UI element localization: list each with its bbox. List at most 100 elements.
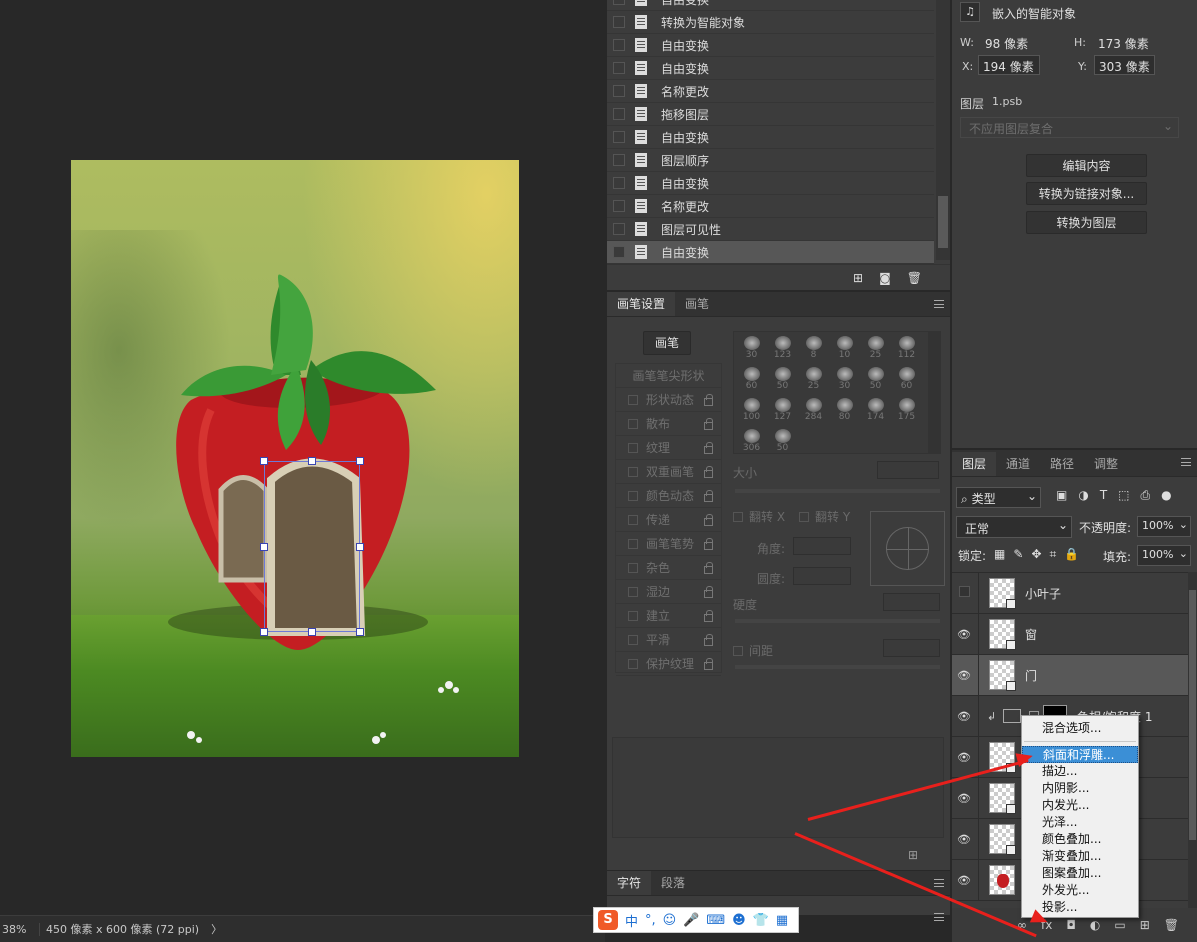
spacing-slider[interactable] — [735, 665, 940, 669]
status-arrow-icon[interactable]: 〉 — [211, 921, 222, 937]
brush-preset[interactable]: 10 — [829, 334, 860, 365]
brush-option-checkbox[interactable] — [628, 466, 638, 477]
history-source-checkbox[interactable] — [613, 223, 625, 235]
layer-name[interactable]: 窗 — [1025, 626, 1037, 643]
visibility-eye-icon[interactable]: 👁 — [952, 792, 976, 805]
history-state[interactable]: 自由变换 — [607, 241, 934, 264]
layer-style-menu-item[interactable]: 内阴影... — [1022, 780, 1138, 797]
brush-preset[interactable]: 30 — [829, 365, 860, 396]
roundness-field[interactable] — [793, 567, 851, 585]
layer-style-menu-item[interactable]: 渐变叠加... — [1022, 848, 1138, 865]
filter-smart-object-icon[interactable]: ⎙ — [1141, 488, 1151, 503]
toolbox-icon[interactable]: ▦ — [776, 913, 788, 928]
brush-option-checkbox[interactable] — [628, 610, 638, 621]
filter-adjustment-icon[interactable]: ◑ — [1078, 488, 1088, 503]
new-layer-icon[interactable]: ⊞ — [1140, 918, 1150, 932]
history-source-checkbox[interactable] — [613, 39, 625, 51]
visibility-eye-icon[interactable]: 👁 — [952, 874, 976, 887]
ime-punct-toggle[interactable]: °, — [645, 913, 656, 928]
filter-type-icon[interactable]: T — [1100, 488, 1107, 503]
emoji-icon[interactable]: ☺ — [663, 913, 677, 928]
x-position-field[interactable]: 194 像素 — [978, 55, 1040, 75]
brush-preset[interactable]: 60 — [891, 365, 922, 396]
brush-option-item[interactable]: 颜色动态 — [616, 484, 721, 508]
lock-transparency-icon[interactable]: ▦ — [994, 547, 1005, 564]
history-state[interactable]: 名称更改 — [607, 195, 934, 218]
layer-thumbnail[interactable] — [989, 619, 1016, 650]
document-canvas-area[interactable] — [0, 0, 605, 915]
filter-shape-icon[interactable]: ⬚ — [1118, 488, 1129, 503]
width-value[interactable]: 98 像素 — [985, 35, 1028, 52]
history-source-checkbox[interactable] — [613, 131, 625, 143]
tab-layers[interactable]: 图层 — [952, 452, 997, 476]
new-brush-icon[interactable]: ⊞ — [908, 848, 918, 862]
transform-handle-bottom[interactable] — [308, 628, 316, 636]
tab-adjustments[interactable]: 调整 — [1084, 452, 1128, 476]
brush-option-item[interactable]: 散布 — [616, 412, 721, 436]
lock-position-icon[interactable]: ✥ — [1031, 547, 1041, 564]
zoom-level[interactable]: 38% — [0, 922, 40, 936]
brush-option-item[interactable]: 形状动态 — [616, 388, 721, 412]
brush-option-item[interactable]: 双重画笔 — [616, 460, 721, 484]
history-state[interactable]: 自由变换 — [607, 34, 934, 57]
brush-tip-shape-item[interactable]: 画笔笔尖形状 — [616, 364, 721, 388]
layer-row[interactable]: 👁 门 — [952, 654, 1188, 696]
brush-preset[interactable]: 284 — [798, 396, 829, 427]
brush-preset[interactable]: 50 — [767, 427, 798, 453]
user-icon[interactable]: ☻ — [732, 913, 746, 928]
brush-option-checkbox[interactable] — [628, 586, 638, 597]
brush-preset[interactable]: 127 — [767, 396, 798, 427]
brush-option-checkbox[interactable] — [628, 538, 638, 549]
convert-to-layers-button[interactable]: 转换为图层 — [1026, 211, 1147, 234]
lock-icon[interactable] — [704, 538, 713, 550]
layers-scrollbar[interactable] — [1188, 572, 1197, 912]
layer-filter-select[interactable]: ⌕ 类型 ⌄ — [956, 487, 1041, 508]
lock-icon[interactable] — [704, 490, 713, 502]
brush-preset[interactable]: 30 — [736, 334, 767, 365]
history-state[interactable]: 自由变换 — [607, 57, 934, 80]
sogou-logo-icon[interactable]: S — [598, 910, 618, 930]
brush-preset[interactable]: 123 — [767, 334, 798, 365]
layer-style-menu-item[interactable]: 内发光... — [1022, 797, 1138, 814]
brush-option-checkbox[interactable] — [628, 562, 638, 573]
new-group-icon[interactable]: ▭ — [1114, 918, 1125, 932]
hardness-slider[interactable] — [735, 619, 940, 623]
brush-preset[interactable]: 112 — [891, 334, 922, 365]
brush-option-item[interactable]: 保护纹理 — [616, 652, 721, 676]
brush-preset[interactable]: 8 — [798, 334, 829, 365]
spacing-field[interactable] — [883, 639, 940, 657]
history-state[interactable]: 自由变换 — [607, 0, 934, 11]
y-position-field[interactable]: 303 像素 — [1094, 55, 1155, 75]
lock-icon[interactable] — [704, 586, 713, 598]
height-value[interactable]: 173 像素 — [1098, 35, 1149, 52]
history-state[interactable]: 图层可见性 — [607, 218, 934, 241]
visibility-toggle-empty[interactable] — [952, 586, 976, 600]
ime-lang-toggle[interactable]: 中 — [625, 911, 638, 930]
brush-preset[interactable]: 25 — [860, 334, 891, 365]
skin-icon[interactable]: 👕 — [753, 913, 769, 928]
history-source-checkbox[interactable] — [613, 246, 625, 258]
brush-preset[interactable]: 174 — [860, 396, 891, 427]
brush-preset[interactable]: 60 — [736, 365, 767, 396]
brush-presets-button[interactable]: 画笔 — [643, 331, 691, 355]
lock-icon[interactable] — [704, 442, 713, 454]
brush-angle-preview[interactable] — [870, 511, 945, 586]
character-panel-menu-icon[interactable] — [934, 879, 944, 887]
lock-icon[interactable] — [704, 418, 713, 430]
transform-handle-left[interactable] — [260, 543, 268, 551]
new-document-from-state-icon[interactable]: ⊞ — [853, 271, 863, 285]
visibility-eye-icon[interactable]: 👁 — [952, 669, 976, 682]
visibility-eye-icon[interactable]: 👁 — [952, 628, 976, 641]
layer-row[interactable]: 小叶子 — [952, 573, 1188, 614]
brush-preset[interactable]: 175 — [891, 396, 922, 427]
brush-option-item[interactable]: 传递 — [616, 508, 721, 532]
history-state[interactable]: 拖移图层 — [607, 103, 934, 126]
visibility-eye-icon[interactable]: 👁 — [952, 751, 976, 764]
history-state[interactable]: 自由变换 — [607, 126, 934, 149]
tab-brush[interactable]: 画笔 — [675, 292, 719, 316]
lock-icon[interactable] — [704, 610, 713, 622]
history-source-checkbox[interactable] — [613, 200, 625, 212]
brush-option-item[interactable]: 杂色 — [616, 556, 721, 580]
add-mask-icon[interactable]: ◘ — [1066, 918, 1076, 932]
tab-channels[interactable]: 通道 — [996, 452, 1040, 476]
